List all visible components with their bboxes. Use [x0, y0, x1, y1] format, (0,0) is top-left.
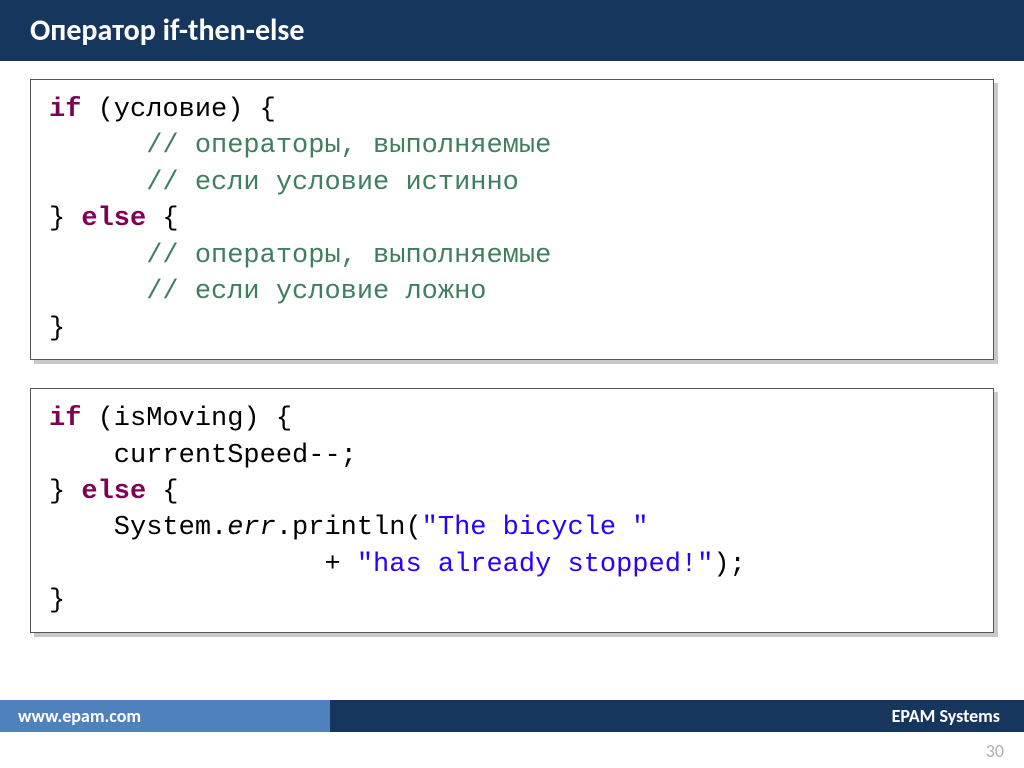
code-text: System.: [49, 513, 227, 543]
comment: // операторы, выполняемые: [49, 131, 551, 161]
slide-header: Оператор if-then-else: [0, 0, 1024, 61]
slide-footer: www.epam.com EPAM Systems: [0, 700, 1024, 732]
code-text: +: [49, 550, 357, 580]
identifier-err: err: [227, 513, 276, 543]
code-text: (isMoving) {: [81, 404, 292, 434]
code-text: );: [713, 550, 745, 580]
footer-company: EPAM Systems: [330, 700, 1024, 732]
page-number: 30: [986, 740, 1004, 762]
code-block-example: if (isMoving) { currentSpeed--; } else {…: [30, 388, 994, 633]
comment: // операторы, выполняемые: [49, 241, 551, 271]
code-text: (условие) {: [81, 95, 275, 125]
code-text: {: [146, 204, 178, 234]
code-block-syntax: if (условие) { // операторы, выполняемые…: [30, 79, 994, 360]
code-text: }: [49, 204, 81, 234]
comment: // если условие ложно: [49, 277, 486, 307]
string-literal: "has already stopped!": [357, 550, 713, 580]
code-text: currentSpeed--;: [49, 441, 357, 471]
slide-content: if (условие) { // операторы, выполняемые…: [0, 61, 1024, 633]
footer-url: www.epam.com: [0, 700, 330, 732]
code-text: }: [49, 314, 65, 344]
code-text: .println(: [276, 513, 422, 543]
code-text: }: [49, 477, 81, 507]
keyword-if: if: [49, 95, 81, 125]
string-literal: "The bicycle ": [422, 513, 649, 543]
keyword-if: if: [49, 404, 81, 434]
keyword-else: else: [81, 204, 146, 234]
code-text: }: [49, 586, 65, 616]
comment: // если условие истинно: [49, 168, 519, 198]
keyword-else: else: [81, 477, 146, 507]
code-text: {: [146, 477, 178, 507]
slide-title: Оператор if-then-else: [30, 12, 304, 49]
